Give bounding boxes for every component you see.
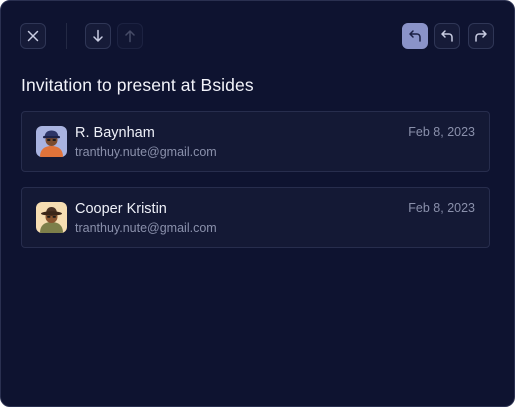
message-card[interactable]: R. Baynham tranthuy.nute@gmail.com Feb 8… [21,111,490,172]
sender-email: tranthuy.nute@gmail.com [75,145,217,159]
close-icon [27,30,39,42]
toolbar-divider [66,23,67,49]
forward-icon [475,30,487,42]
reply-icon [441,30,453,42]
reply-icon [409,30,421,42]
sender-email: tranthuy.nute@gmail.com [75,221,217,235]
toolbar [20,23,495,49]
previous-message-button[interactable] [117,23,143,49]
email-thread-panel: Invitation to present at Bsides R. Baynh… [0,0,515,407]
forward-button[interactable] [468,23,494,49]
reply-all-button[interactable] [434,23,460,49]
message-date: Feb 8, 2023 [408,201,475,215]
arrow-up-icon [125,30,135,43]
thread-title: Invitation to present at Bsides [21,75,254,95]
sender-name: R. Baynham [75,125,155,141]
avatar [36,202,67,233]
arrow-down-icon [93,29,103,42]
reply-button[interactable] [402,23,428,49]
close-button[interactable] [20,23,46,49]
sender-name: Cooper Kristin [75,201,167,217]
message-card[interactable]: Cooper Kristin tranthuy.nute@gmail.com F… [21,187,490,248]
next-message-button[interactable] [85,23,111,49]
message-date: Feb 8, 2023 [408,125,475,139]
avatar [36,126,67,157]
